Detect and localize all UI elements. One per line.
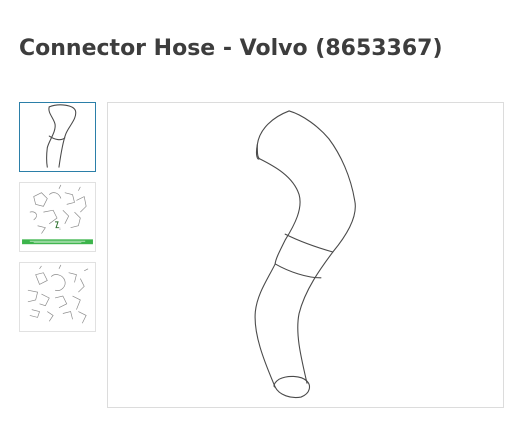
highlight-band (22, 239, 93, 245)
thumbnail-diagram[interactable] (19, 262, 96, 332)
thumbnail-hose[interactable] (19, 102, 96, 172)
thumbnail-diagram-highlight[interactable]: 1 (19, 182, 96, 252)
hose-thumbnail-image (46, 104, 77, 168)
svg-text:1: 1 (59, 227, 61, 231)
diagram-thumbnail-image: 1 (22, 184, 93, 245)
product-title: Connector Hose - Volvo (8653367) (19, 36, 443, 61)
main-product-image[interactable] (107, 102, 504, 408)
diagram-thumbnail-image-2 (27, 264, 89, 324)
connector-hose-drawing (254, 110, 356, 399)
